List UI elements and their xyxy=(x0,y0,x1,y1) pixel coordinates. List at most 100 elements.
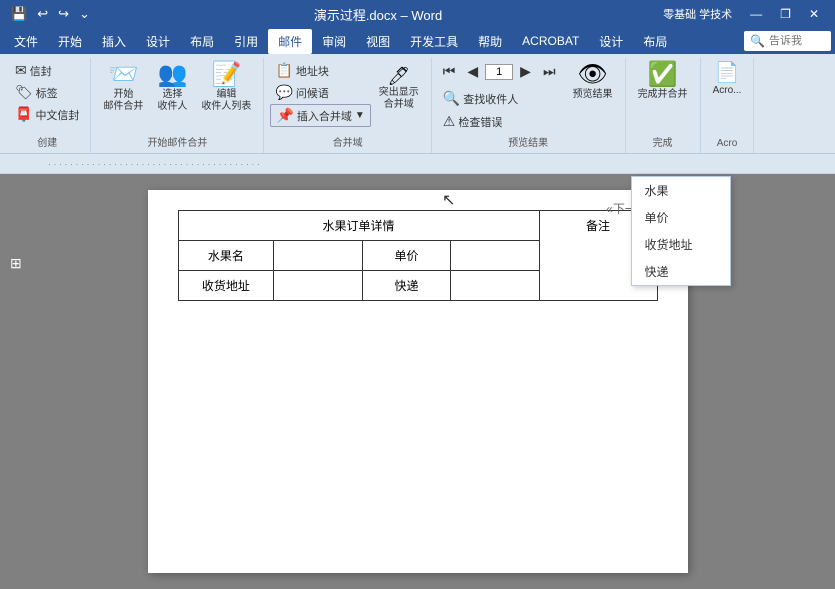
menu-mail[interactable]: 邮件 xyxy=(268,29,312,54)
dropdown-item-price[interactable]: 单价 xyxy=(632,204,730,231)
highlight-merge-button[interactable]: 🖊 突出显示合并域 xyxy=(373,64,425,114)
edit-recipients-icon: 📝 xyxy=(211,63,241,87)
label-icon: 🏷 xyxy=(15,84,33,101)
title-bar: 💾 ↩ ↪ ⌄ 演示过程.docx – Word 零基础 学技术 — ❐ ✕ xyxy=(0,0,835,28)
menu-design2[interactable]: 设计 xyxy=(589,29,633,54)
edit-recipients-button[interactable]: 📝 编辑收件人列表 xyxy=(195,60,257,116)
group-merge-label: 合并域 xyxy=(333,134,363,149)
search-box-container: 🔍 xyxy=(744,31,831,51)
menu-view[interactable]: 视图 xyxy=(356,29,400,54)
redo-icon[interactable]: ↪ xyxy=(55,4,72,24)
nav-prev-button[interactable]: ◀ xyxy=(462,60,483,83)
ribbon-group-acrobat-inner: 📄 Acro... xyxy=(707,60,748,136)
edit-recipients-label: 编辑收件人列表 xyxy=(201,89,251,113)
col-price-value xyxy=(451,241,539,271)
nav-last-button[interactable]: ⏭ xyxy=(538,60,561,83)
ribbon-group-start: 📨 开始邮件合并 👥 选择收件人 📝 编辑收件人列表 开始邮件合并 xyxy=(91,58,264,153)
dropdown-item-fruit[interactable]: 水果 xyxy=(632,177,730,204)
ribbon-group-finish: ✅ 完成并合并 完成 xyxy=(626,58,701,153)
menu-start[interactable]: 开始 xyxy=(48,29,92,54)
address-block-label: 地址块 xyxy=(296,63,329,79)
menu-help[interactable]: 帮助 xyxy=(468,29,512,54)
ribbon-group-preview-inner: ⏮ ◀ ▶ ⏭ 🔍 查找收件人 ⚠ 检查错误 👁 预览结果 xyxy=(438,60,619,132)
greeting-icon: 💬 xyxy=(275,84,292,101)
dropdown-item-shipping[interactable]: 快递 xyxy=(632,258,730,285)
greeting-label: 问候语 xyxy=(296,85,329,101)
select-recipients-label: 选择收件人 xyxy=(157,89,187,113)
nav-next-button[interactable]: ▶ xyxy=(515,60,536,83)
minimize-button[interactable]: — xyxy=(742,5,770,23)
acrobat-icon: 📄 xyxy=(715,63,740,83)
finish-merge-label: 完成并合并 xyxy=(638,89,688,101)
title-bar-left: 💾 ↩ ↪ ⌄ xyxy=(8,4,93,24)
insert-merge-dropdown-icon[interactable]: ▼ xyxy=(355,110,365,121)
ruler: · · · · · · · · · · · · · · · · · · · · … xyxy=(0,154,835,174)
merge-col1: 📋 地址块 💬 问候语 📌 插入合并域 ▼ xyxy=(270,60,370,127)
table-title: 水果订单详情 xyxy=(178,211,539,241)
customize-icon[interactable]: ⌄ xyxy=(76,4,93,24)
search-icon: 🔍 xyxy=(750,34,765,48)
group-start-label: 开始邮件合并 xyxy=(147,134,207,149)
insert-merge-dropdown: 水果 单价 收货地址 快递 xyxy=(631,176,731,286)
address-block-button[interactable]: 📋 地址块 xyxy=(270,60,370,81)
envelope-icon: ✉ xyxy=(15,62,27,79)
check-error-icon: ⚠ xyxy=(443,113,456,130)
search-input[interactable] xyxy=(765,33,825,49)
nav-col: ⏮ ◀ ▶ ⏭ 🔍 查找收件人 ⚠ 检查错误 xyxy=(438,60,561,132)
app-separator: – xyxy=(401,8,412,23)
select-recipients-button[interactable]: 👥 选择收件人 xyxy=(151,60,193,116)
menu-design[interactable]: 设计 xyxy=(136,29,180,54)
ribbon-group-merge-inner: 📋 地址块 💬 问候语 📌 插入合并域 ▼ 🖊 突出显示合并域 xyxy=(270,60,424,132)
acrobat-button[interactable]: 📄 Acro... xyxy=(707,60,748,100)
menu-review[interactable]: 审阅 xyxy=(312,29,356,54)
cn-envelope-icon: 📮 xyxy=(15,106,32,123)
menu-layout2[interactable]: 布局 xyxy=(633,29,677,54)
page-number-input[interactable] xyxy=(485,64,513,80)
cn-envelope-label: 中文信封 xyxy=(35,107,79,123)
greeting-button[interactable]: 💬 问候语 xyxy=(270,82,370,103)
preview-results-icon: 👁 xyxy=(577,63,607,87)
group-create-label: 创建 xyxy=(37,134,57,149)
menu-reference[interactable]: 引用 xyxy=(224,29,268,54)
app-name: Word xyxy=(411,8,442,23)
insert-merge-button[interactable]: 📌 插入合并域 ▼ xyxy=(270,104,370,127)
order-table: 水果订单详情 备注 水果名 单价 收货地址 快递 xyxy=(178,210,658,301)
title-bar-center: 演示过程.docx – Word xyxy=(93,5,663,24)
label-label: 标签 xyxy=(36,85,58,101)
check-error-button[interactable]: ⚠ 检查错误 xyxy=(438,111,561,132)
ribbon-group-create-inner: ✉ 信封 🏷 标签 📮 中文信封 xyxy=(10,60,84,132)
nav-row: ⏮ ◀ ▶ ⏭ xyxy=(438,60,561,83)
restore-button[interactable]: ❐ xyxy=(772,5,799,23)
preview-results-label: 预览结果 xyxy=(573,89,613,101)
save-icon[interactable]: 💾 xyxy=(8,4,30,24)
undo-icon[interactable]: ↩ xyxy=(34,4,51,24)
merge-col2: 🖊 突出显示合并域 xyxy=(373,60,425,114)
col-shipping-label: 快递 xyxy=(362,271,450,301)
label-button[interactable]: 🏷 标签 xyxy=(10,82,84,103)
finish-merge-button[interactable]: ✅ 完成并合并 xyxy=(632,60,694,104)
insert-merge-label: 插入合并域 xyxy=(297,108,352,124)
ribbon-group-merge: 📋 地址块 💬 问候语 📌 插入合并域 ▼ 🖊 突出显示合并域 xyxy=(264,58,431,153)
menu-file[interactable]: 文件 xyxy=(4,29,48,54)
create-col: ✉ 信封 🏷 标签 📮 中文信封 xyxy=(10,60,84,125)
close-button[interactable]: ✕ xyxy=(801,5,827,23)
nav-first-button[interactable]: ⏮ xyxy=(438,60,461,83)
menu-layout[interactable]: 布局 xyxy=(180,29,224,54)
menu-insert[interactable]: 插入 xyxy=(92,29,136,54)
start-merge-button[interactable]: 📨 开始邮件合并 xyxy=(97,60,149,116)
col-address-value xyxy=(274,271,362,301)
menu-dev[interactable]: 开发工具 xyxy=(400,29,468,54)
col-price-label: 单价 xyxy=(362,241,450,271)
page-indicator: ⊞ xyxy=(10,255,22,272)
ribbon-group-preview: ⏮ ◀ ▶ ⏭ 🔍 查找收件人 ⚠ 检查错误 👁 预览结果 xyxy=(432,58,626,153)
cn-envelope-button[interactable]: 📮 中文信封 xyxy=(10,104,84,125)
title-bar-right: 零基础 学技术 — ❐ ✕ xyxy=(663,5,827,23)
finish-merge-icon: ✅ xyxy=(648,63,678,87)
envelope-button[interactable]: ✉ 信封 xyxy=(10,60,84,81)
dropdown-item-address[interactable]: 收货地址 xyxy=(632,231,730,258)
ribbon-group-finish-inner: ✅ 完成并合并 xyxy=(632,60,694,132)
menu-acrobat[interactable]: ACROBAT xyxy=(512,30,589,52)
find-recipient-button[interactable]: 🔍 查找收件人 xyxy=(438,88,561,109)
address-block-icon: 📋 xyxy=(275,62,292,79)
preview-results-button[interactable]: 👁 预览结果 xyxy=(567,60,619,104)
